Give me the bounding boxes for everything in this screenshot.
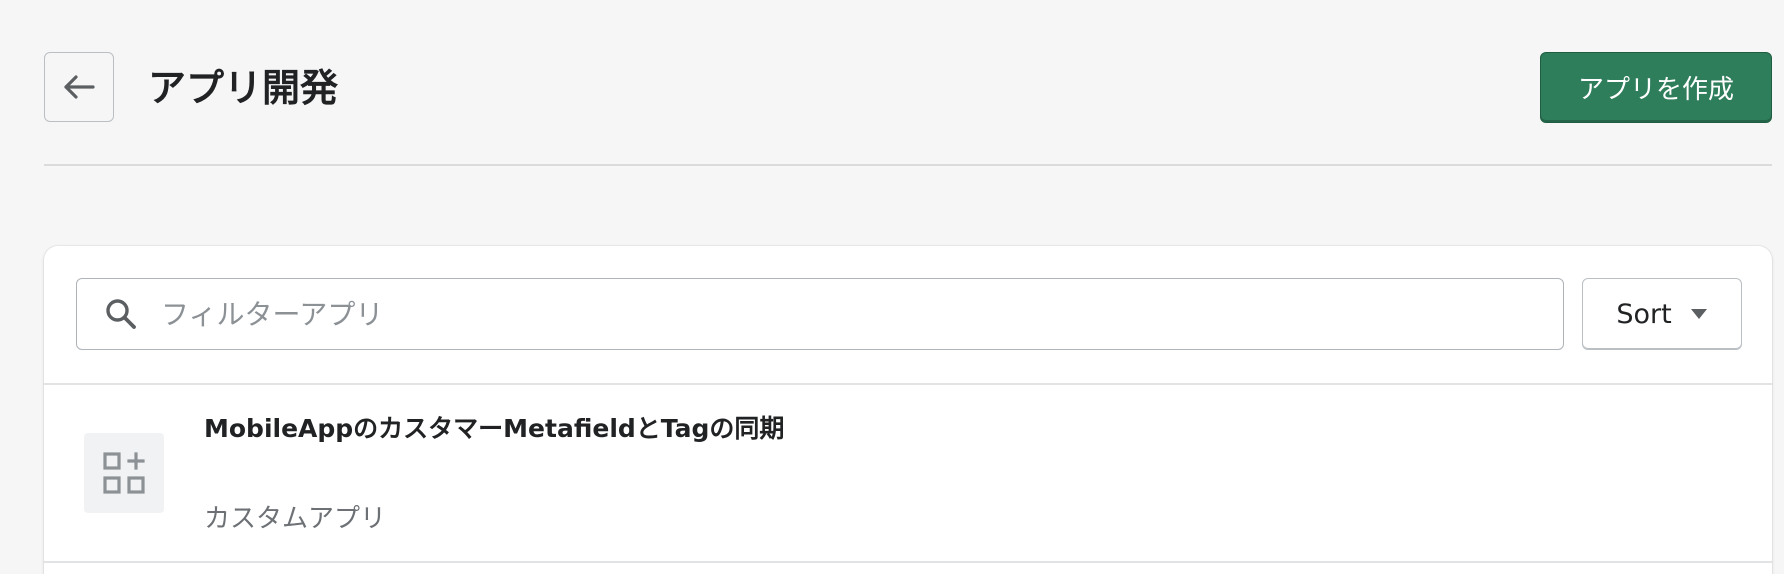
search-icon xyxy=(101,294,141,334)
apps-card: Sort MobileAppのカスタマーMetafiel xyxy=(44,246,1772,574)
page-title: アプリ開発 xyxy=(148,66,339,110)
header-divider xyxy=(44,164,1772,166)
app-development-page: アプリ開発 アプリを作成 Sort xyxy=(0,0,1784,574)
row-divider xyxy=(44,561,1772,563)
filter-field[interactable] xyxy=(76,278,1564,350)
create-app-button[interactable]: アプリを作成 xyxy=(1540,52,1772,123)
app-name[interactable]: MobileAppのカスタマーMetafieldとTagの同期 xyxy=(204,409,804,449)
app-type: カスタムアプリ xyxy=(204,504,387,534)
arrow-left-icon xyxy=(62,74,96,100)
apps-add-icon xyxy=(103,452,145,494)
caret-down-icon xyxy=(1690,308,1708,320)
filter-apps-input[interactable] xyxy=(159,296,1563,332)
app-thumbnail xyxy=(84,433,164,513)
back-button[interactable] xyxy=(44,52,114,122)
sort-button[interactable]: Sort xyxy=(1582,278,1742,350)
sort-button-label: Sort xyxy=(1616,298,1672,330)
app-list-item[interactable]: MobileAppのカスタマーMetafieldとTagの同期 カスタムアプリ xyxy=(44,385,1772,563)
